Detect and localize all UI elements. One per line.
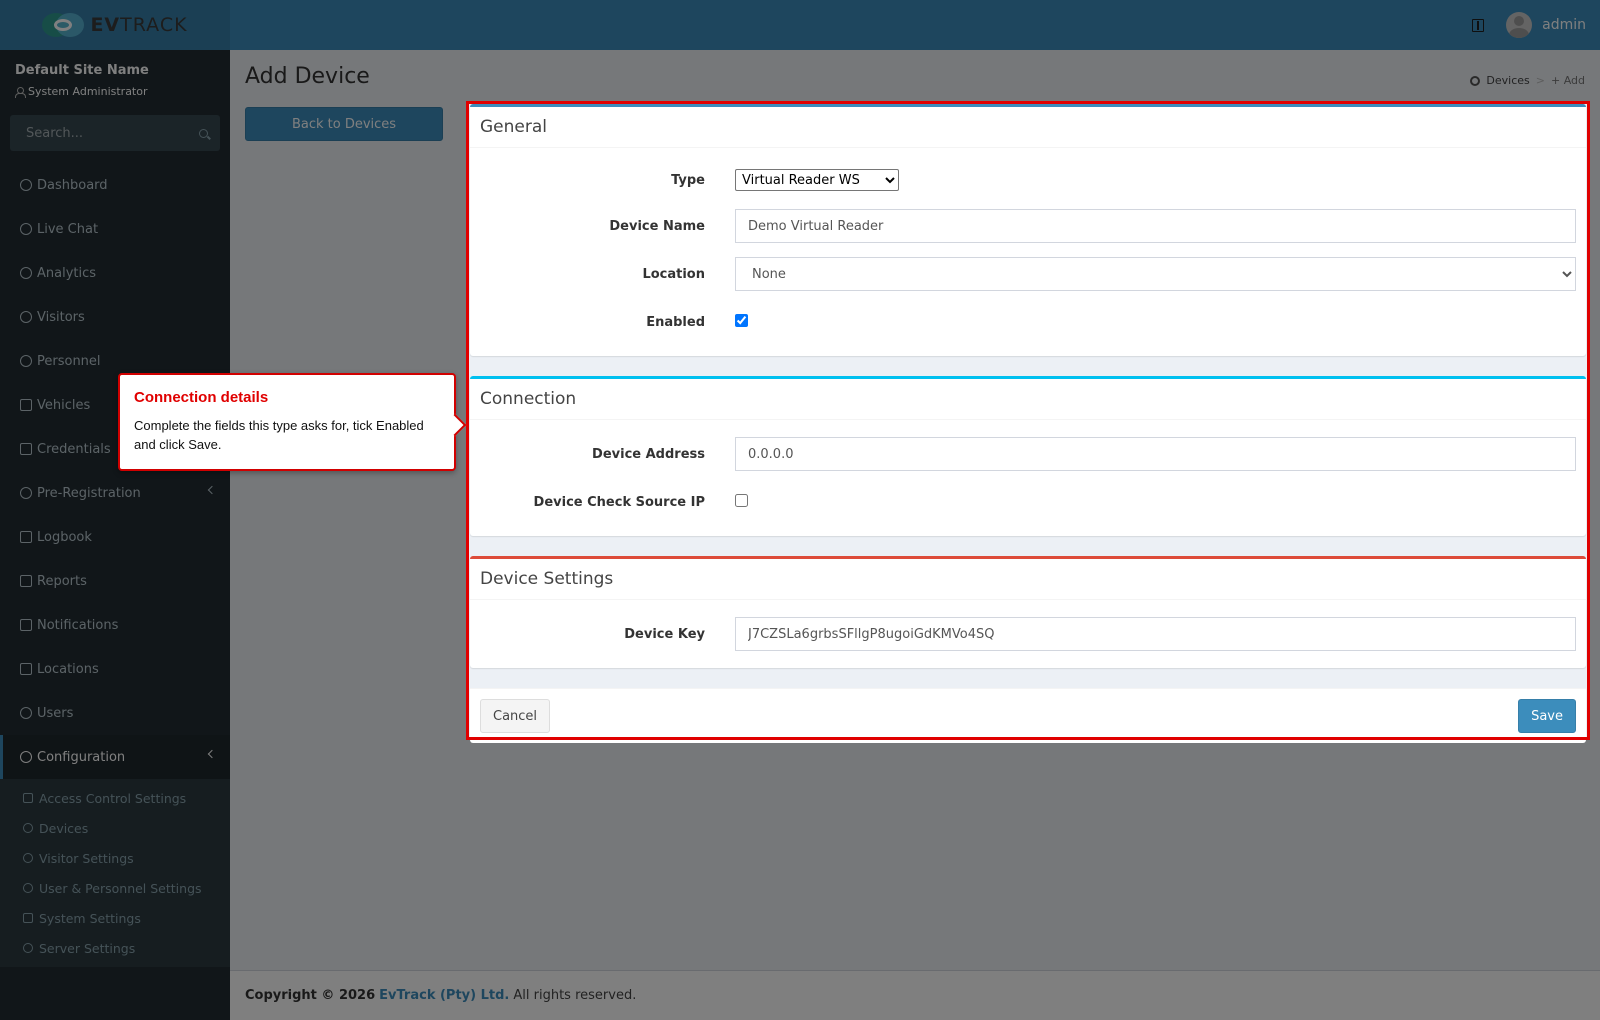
device-address-input[interactable]	[735, 437, 1576, 471]
page-footer: Copyright © 2026 EvTrack (Pty) Ltd. All …	[230, 970, 1600, 1020]
eye-icon	[20, 311, 32, 323]
tooltip-title: Connection details	[134, 389, 269, 406]
breadcrumb-separator: >	[1535, 74, 1545, 87]
lock-icon	[23, 793, 33, 803]
tooltip-text: Complete the fields this type asks for, …	[134, 418, 424, 452]
breadcrumb-current: + Add	[1550, 74, 1585, 87]
breadcrumb-devices[interactable]: Devices	[1486, 74, 1529, 87]
device-check-source-ip-checkbox[interactable]	[735, 493, 748, 507]
logo-icon	[42, 10, 85, 40]
top-navbar: EVTRACK admin	[0, 0, 1600, 50]
gear-icon	[23, 823, 33, 833]
enabled-checkbox[interactable]	[735, 313, 748, 327]
sidebar-item-locations[interactable]: Locations	[0, 647, 230, 691]
chevron-left-icon	[207, 485, 217, 495]
type-select[interactable]: Virtual Reader WS	[735, 169, 899, 191]
id-card-icon	[20, 443, 32, 455]
connection-title: Connection	[480, 389, 577, 409]
general-title: General	[480, 117, 547, 137]
users-icon	[23, 883, 33, 893]
sidebar-item-visitors[interactable]: Visitors	[0, 295, 230, 339]
search-input[interactable]	[24, 124, 184, 142]
tour-tooltip: Connection details Complete the fields t…	[118, 373, 456, 471]
sidebar-menu: Dashboard Live Chat Analytics Visitors P…	[0, 163, 230, 967]
device-key-label: Device Key	[624, 626, 705, 642]
submenu-item-user-personnel-settings[interactable]: User & Personnel Settings	[0, 873, 230, 903]
configuration-submenu: Access Control Settings Devices Visitor …	[0, 779, 230, 967]
dashboard-icon	[20, 179, 32, 191]
sidebar-item-configuration[interactable]: Configuration	[0, 735, 230, 779]
headset-icon	[20, 223, 32, 235]
device-check-source-ip-label: Device Check Source IP	[533, 494, 705, 510]
location-label: Location	[642, 266, 705, 282]
sidebar-item-users[interactable]: Users	[0, 691, 230, 735]
user-check-icon	[20, 355, 32, 367]
rights-text: All rights reserved.	[513, 988, 637, 1003]
general-box: General Type Virtual Reader WS Device Na…	[470, 104, 1586, 356]
sidebar-item-pre-registration[interactable]: Pre-Registration	[0, 471, 230, 515]
chat-icon	[20, 619, 32, 631]
logo-text: EVTRACK	[90, 14, 188, 36]
copyright-text: Copyright © 2026	[245, 988, 376, 1003]
gear-icon	[20, 751, 32, 763]
user-icon	[15, 86, 26, 98]
location-select[interactable]: None	[735, 257, 1576, 291]
users-icon	[20, 707, 32, 719]
logo[interactable]: EVTRACK	[0, 0, 230, 50]
submenu-item-system-settings[interactable]: System Settings	[0, 903, 230, 933]
target-icon	[20, 267, 32, 279]
eye-icon	[23, 853, 33, 863]
sliders-icon	[23, 913, 33, 923]
device-form: General Type Virtual Reader WS Device Na…	[470, 104, 1586, 743]
chart-icon	[20, 575, 32, 587]
submenu-item-devices[interactable]: Devices	[0, 813, 230, 843]
user-role: System Administrator	[15, 85, 215, 98]
search-icon[interactable]	[199, 128, 208, 138]
device-key-input[interactable]	[735, 617, 1576, 651]
avatar[interactable]	[1506, 12, 1533, 38]
site-name: Default Site Name	[15, 63, 149, 78]
device-address-label: Device Address	[592, 446, 705, 462]
type-label: Type	[671, 172, 705, 188]
sidebar-item-logbook[interactable]: Logbook	[0, 515, 230, 559]
submenu-item-visitor-settings[interactable]: Visitor Settings	[0, 843, 230, 873]
cancel-button[interactable]: Cancel	[480, 699, 551, 733]
save-button[interactable]: Save	[1518, 699, 1576, 733]
sidebar-item-live-chat[interactable]: Live Chat	[0, 207, 230, 251]
form-actions: Cancel Save	[470, 688, 1586, 743]
sidebar-item-notifications[interactable]: Notifications	[0, 603, 230, 647]
sidebar-search	[10, 115, 220, 151]
back-to-devices-button[interactable]: Back to Devices	[245, 107, 443, 141]
submenu-item-server-settings[interactable]: Server Settings	[0, 933, 230, 963]
connection-box: Connection Device Address Device Check S…	[470, 376, 1586, 536]
book-icon[interactable]	[1472, 18, 1485, 32]
book-icon	[20, 531, 32, 543]
arrows-icon	[20, 487, 32, 499]
building-icon	[20, 663, 32, 675]
user-panel: Default Site Name System Administrator	[0, 50, 230, 114]
car-icon	[20, 399, 32, 411]
device-name-label: Device Name	[609, 218, 705, 234]
device-name-input[interactable]	[735, 209, 1576, 243]
user-menu-name[interactable]: admin	[1542, 17, 1586, 33]
chevron-down-icon	[207, 749, 217, 759]
breadcrumb: Devices > + Add	[1470, 74, 1585, 87]
company-link[interactable]: EvTrack (Pty) Ltd.	[379, 988, 509, 1003]
submenu-item-access-control-settings[interactable]: Access Control Settings	[0, 783, 230, 813]
sidebar-item-analytics[interactable]: Analytics	[0, 251, 230, 295]
device-settings-title: Device Settings	[480, 569, 614, 589]
enabled-label: Enabled	[646, 314, 705, 330]
sidebar: Default Site Name System Administrator D…	[0, 50, 230, 1020]
sidebar-item-dashboard[interactable]: Dashboard	[0, 163, 230, 207]
sidebar-item-reports[interactable]: Reports	[0, 559, 230, 603]
device-settings-box: Device Settings Device Key	[470, 556, 1586, 668]
server-icon	[23, 943, 33, 953]
page-title: Add Device	[245, 64, 370, 89]
gear-icon	[1470, 75, 1481, 86]
